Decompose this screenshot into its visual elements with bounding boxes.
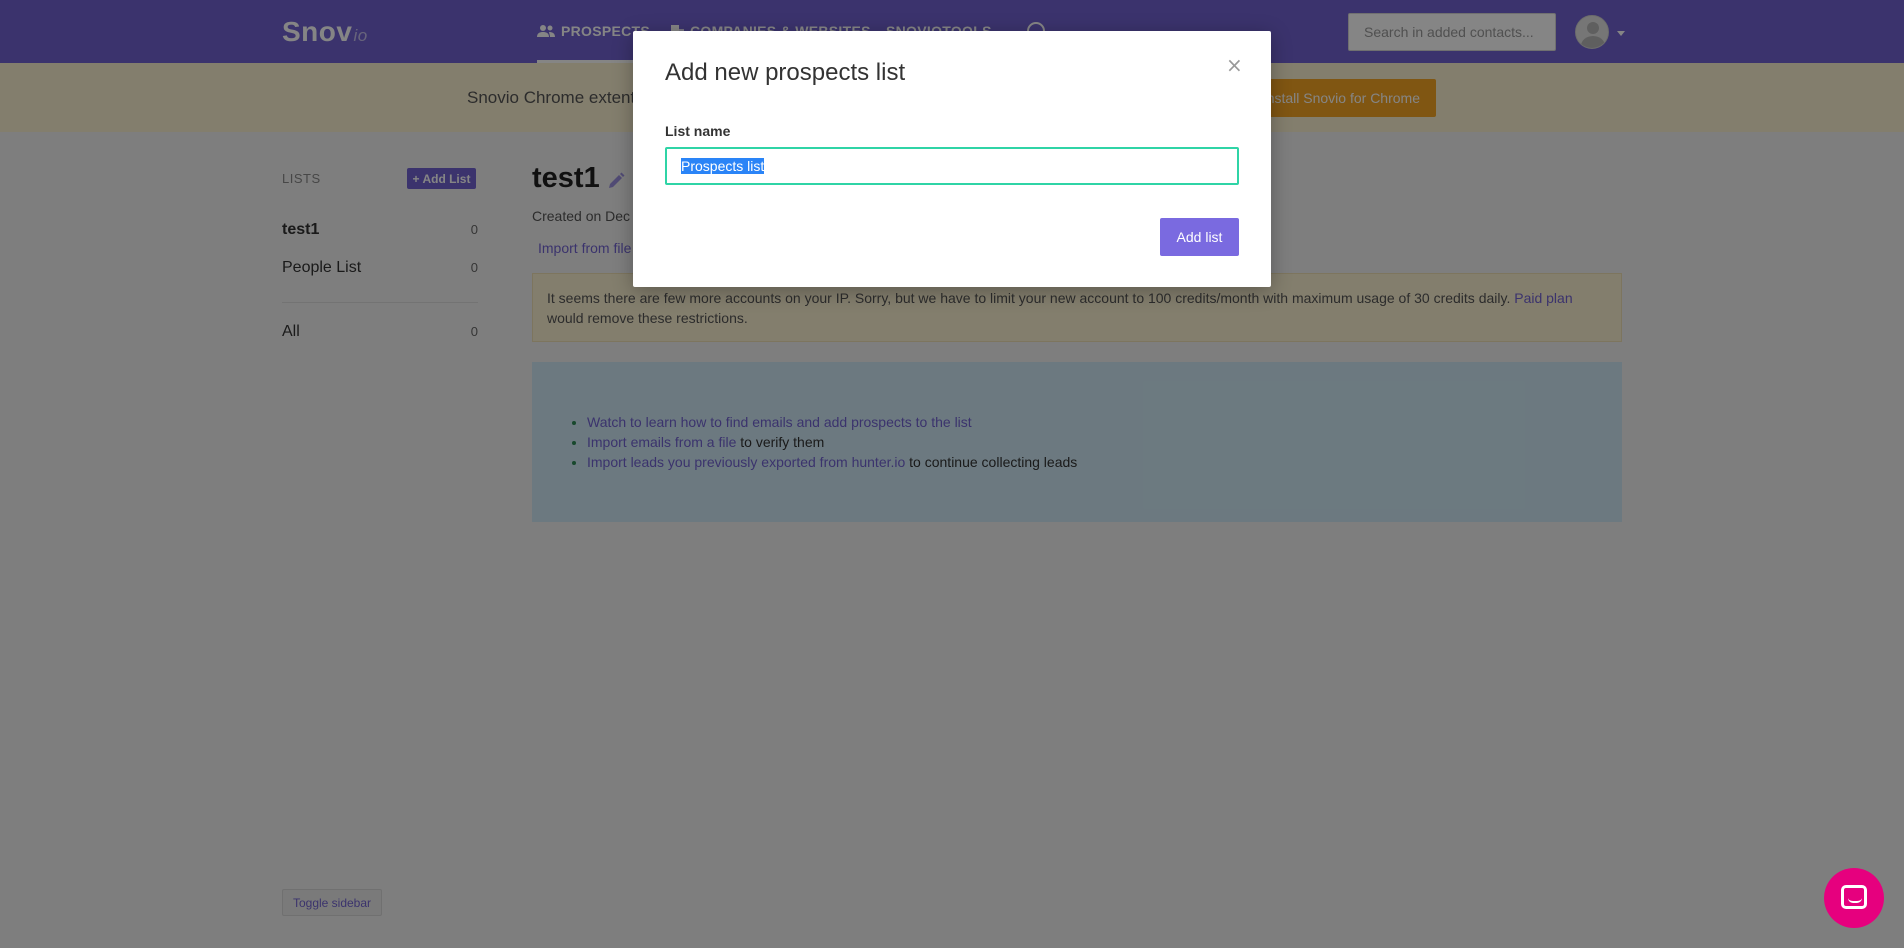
list-name-label: List name (665, 123, 731, 139)
chat-launcher-button[interactable] (1824, 868, 1884, 928)
close-icon[interactable]: × (1226, 53, 1243, 77)
list-name-input[interactable] (665, 147, 1239, 185)
modal-title: Add new prospects list (665, 59, 906, 86)
add-list-modal: Add new prospects list × List name Add l… (633, 31, 1271, 287)
chat-icon (1841, 885, 1867, 909)
add-list-submit-button[interactable]: Add list (1160, 218, 1239, 256)
